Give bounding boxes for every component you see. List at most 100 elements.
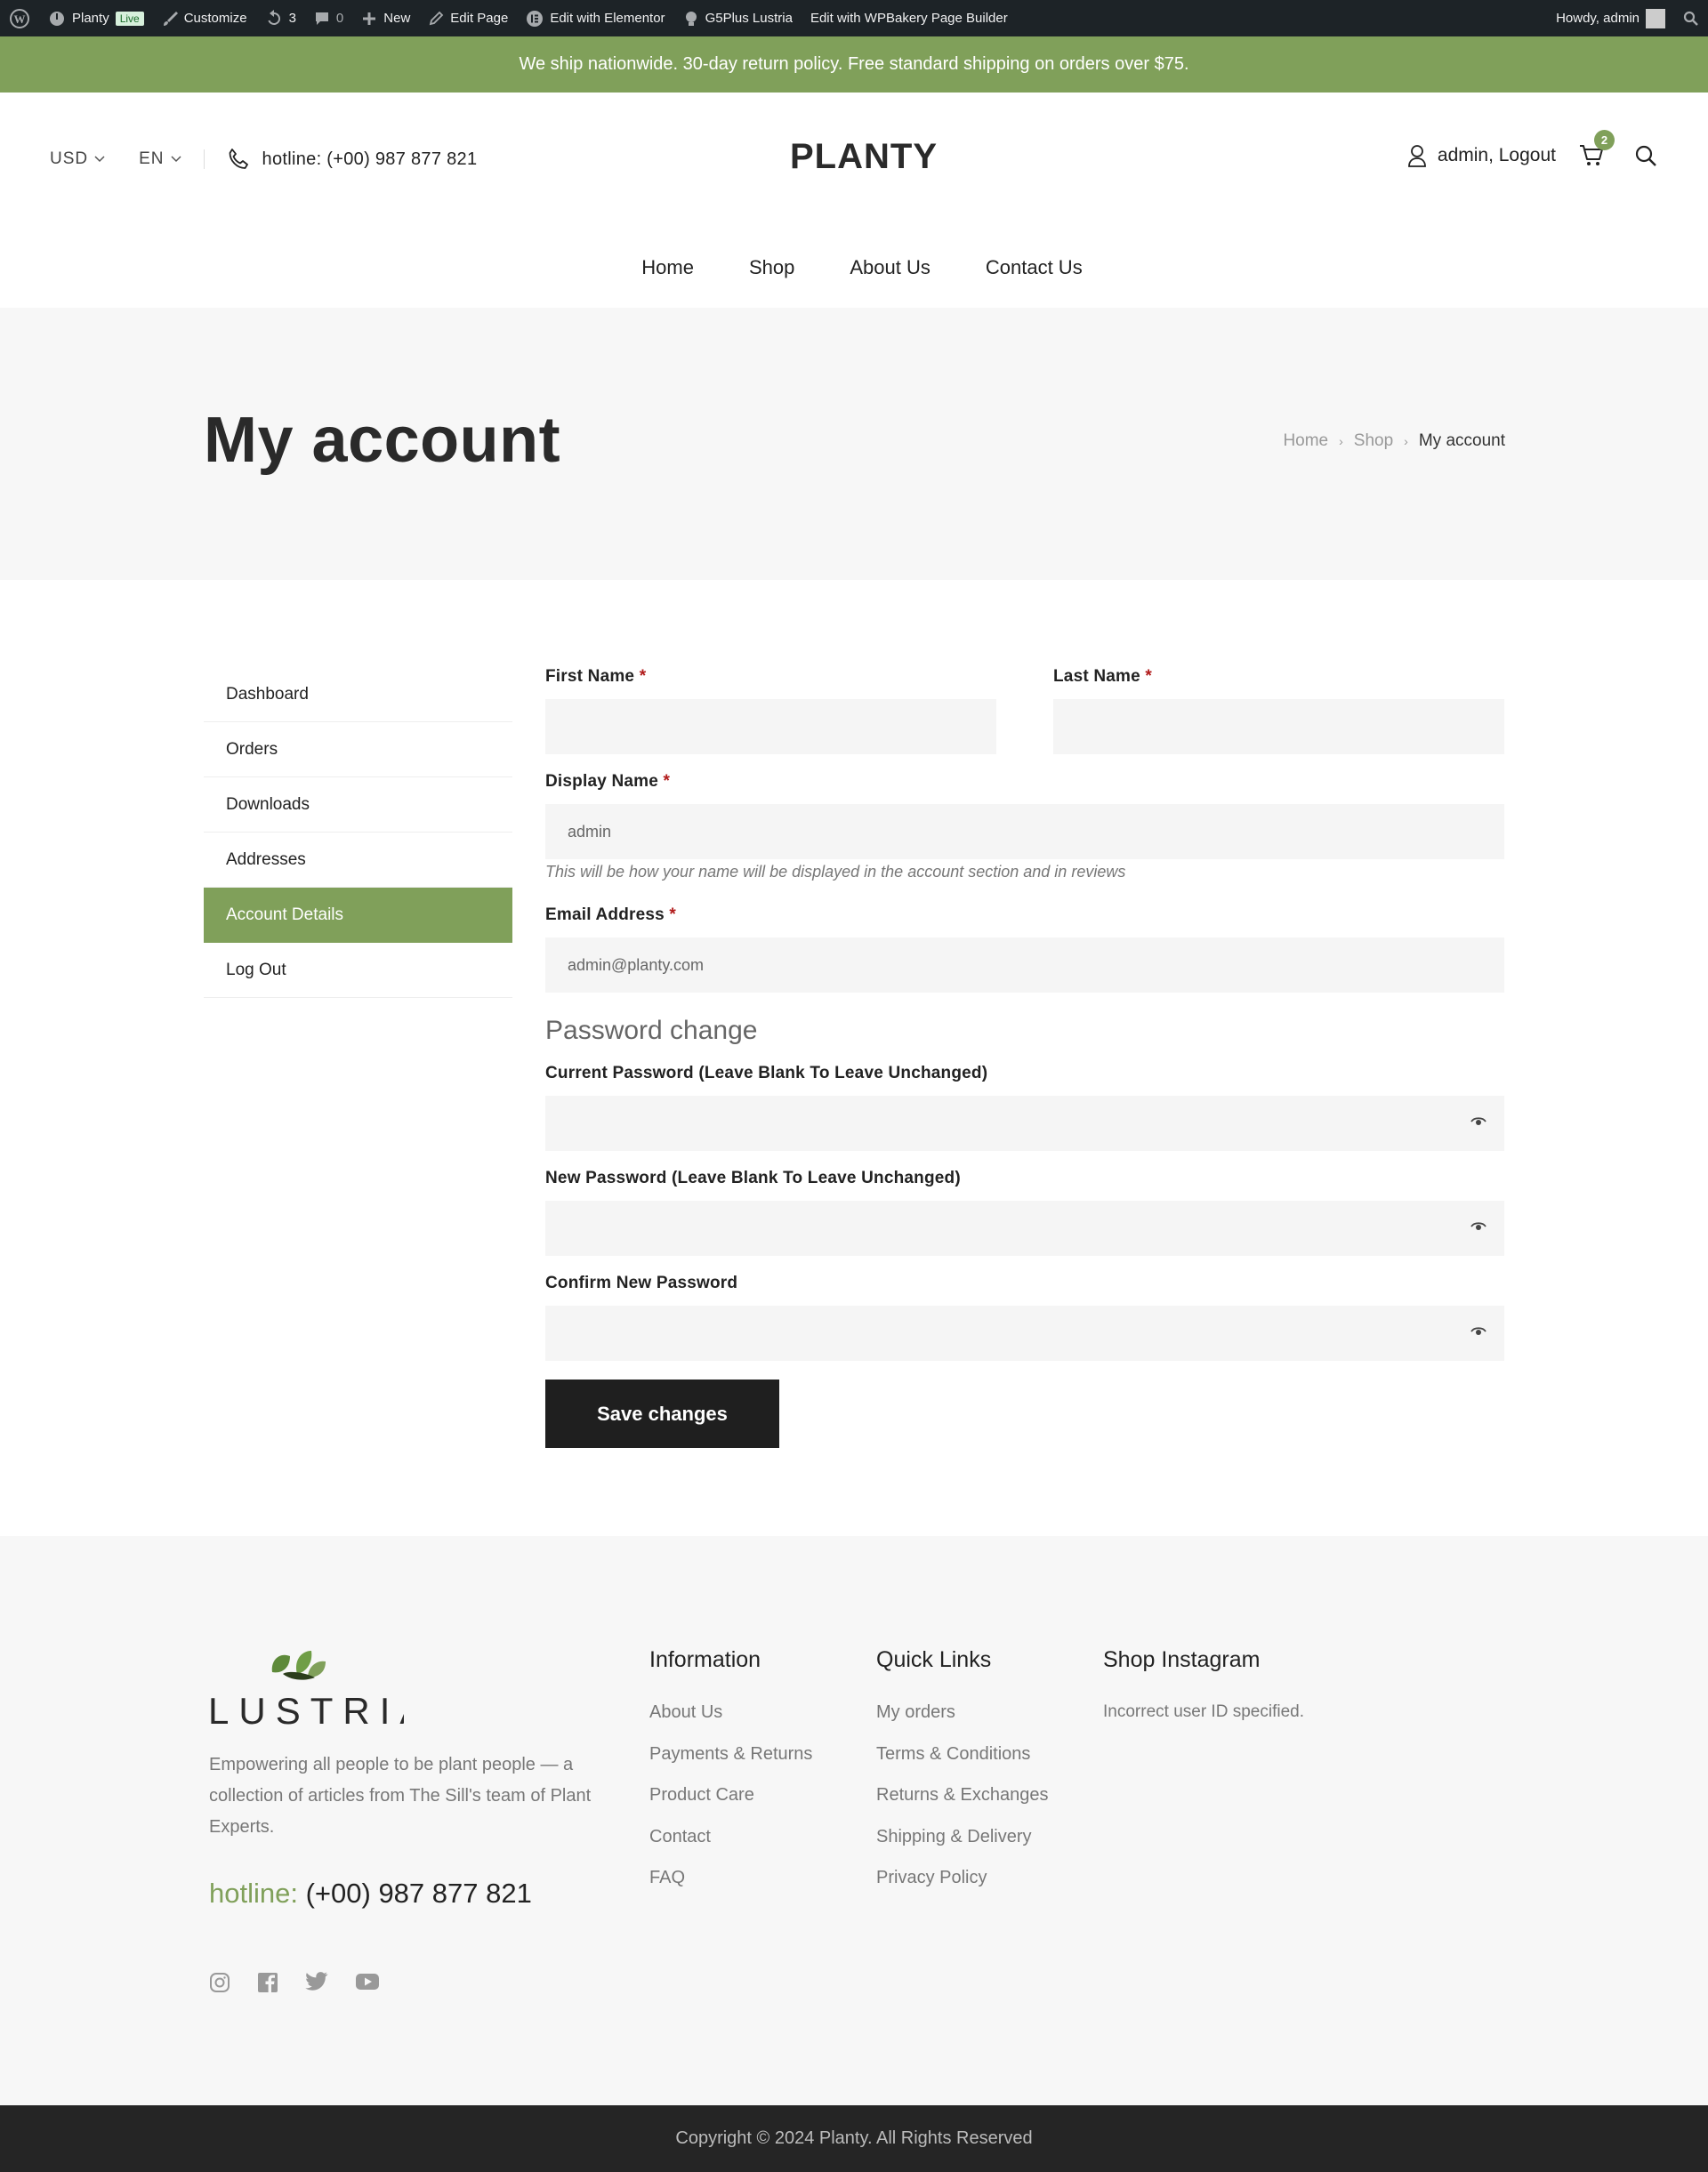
copyright-text: Copyright © 2024 Planty. All Rights Rese… — [675, 2128, 1033, 2148]
save-changes-button[interactable]: Save changes — [545, 1380, 779, 1448]
confirm-password-label: Confirm New Password — [545, 1274, 738, 1292]
updates-link[interactable]: 3 — [256, 0, 305, 36]
footer-link[interactable]: About Us — [649, 1702, 812, 1744]
header-search-button[interactable] — [1634, 144, 1657, 167]
theme-link[interactable]: G5Plus Lustria — [674, 0, 802, 36]
currency-dropdown[interactable]: USD — [50, 149, 105, 169]
footer-link[interactable]: Returns & Exchanges — [876, 1785, 1048, 1827]
search-icon — [1635, 145, 1656, 166]
wordpress-icon: W — [10, 8, 29, 28]
show-password-icon[interactable] — [1470, 1221, 1486, 1232]
footer-link[interactable]: FAQ — [649, 1868, 812, 1910]
footer-hotline[interactable]: hotline: (+00) 987 877 821 — [209, 1878, 532, 1910]
site-logo[interactable]: PLANTY — [790, 137, 938, 177]
first-name-label: First Name * — [545, 667, 646, 687]
account-nav-addresses[interactable]: Addresses — [204, 833, 512, 888]
footer-link[interactable]: My orders — [876, 1702, 1048, 1744]
chevron-down-icon — [171, 156, 181, 163]
customize-link[interactable]: Customize — [153, 0, 256, 36]
currency-value: USD — [50, 149, 89, 168]
main-nav: Home Shop About Us Contact Us — [0, 256, 1708, 279]
nav-about-us[interactable]: About Us — [850, 256, 931, 279]
footer-link[interactable]: Privacy Policy — [876, 1868, 1048, 1910]
edit-wpbakery-link[interactable]: Edit with WPBakery Page Builder — [802, 0, 1017, 36]
new-password-input[interactable] — [545, 1201, 1504, 1256]
footer-description: Empowering all people to be plant people… — [209, 1755, 592, 1837]
customize-label: Customize — [183, 11, 247, 26]
required-mark: * — [663, 772, 671, 791]
nav-shop[interactable]: Shop — [749, 256, 794, 279]
facebook-icon[interactable] — [257, 1972, 278, 1993]
phone-icon — [229, 149, 248, 169]
footer-information-title: Information — [649, 1647, 761, 1672]
plus-icon — [363, 12, 376, 25]
edit-page-link[interactable]: Edit Page — [419, 0, 517, 36]
footer-link[interactable]: Shipping & Delivery — [876, 1827, 1048, 1869]
current-password-label: Current Password (Leave Blank To Leave U… — [545, 1064, 988, 1082]
display-name-input[interactable]: admin — [545, 804, 1504, 859]
email-label: Email Address * — [545, 905, 676, 925]
last-name-label: Last Name * — [1053, 667, 1152, 687]
header-hotline[interactable]: hotline: (+00) 987 877 821 — [227, 148, 478, 171]
account-nav-orders[interactable]: Orders — [204, 722, 512, 777]
instagram-icon[interactable] — [209, 1972, 230, 1993]
nav-home[interactable]: Home — [641, 256, 694, 279]
howdy-account-link[interactable]: Howdy, admin — [1547, 0, 1674, 36]
footer-link[interactable]: Payments & Returns — [649, 1744, 812, 1786]
cart-count-badge: 2 — [1594, 130, 1615, 150]
account-navigation: Dashboard Orders Downloads Addresses Acc… — [204, 667, 512, 998]
nav-contact-us[interactable]: Contact Us — [986, 256, 1083, 279]
breadcrumb-shop[interactable]: Shop — [1354, 431, 1393, 451]
account-nav-log-out[interactable]: Log Out — [204, 943, 512, 998]
confirm-password-input[interactable] — [545, 1306, 1504, 1361]
search-icon — [1683, 11, 1698, 26]
show-password-icon[interactable] — [1470, 1326, 1486, 1337]
chevron-right-icon: › — [1404, 434, 1408, 448]
wordpress-logo-button[interactable]: W — [0, 0, 39, 36]
updates-icon — [267, 9, 280, 25]
youtube-icon[interactable] — [355, 1972, 380, 1991]
breadcrumb-home[interactable]: Home — [1283, 431, 1328, 451]
required-mark: * — [1145, 667, 1152, 686]
show-password-icon[interactable] — [1470, 1116, 1486, 1127]
required-mark: * — [669, 905, 676, 924]
footer-logo[interactable]: LUSTRIA — [208, 1647, 404, 1727]
chevron-right-icon: › — [1339, 434, 1343, 448]
comments-link[interactable]: 0 — [305, 0, 352, 36]
last-name-label-text: Last Name — [1053, 667, 1140, 686]
hotline-text: hotline: (+00) 987 877 821 — [262, 149, 478, 169]
twitter-icon[interactable] — [305, 1972, 328, 1991]
admin-search-button[interactable] — [1674, 0, 1708, 36]
footer-instagram-title: Shop Instagram — [1103, 1647, 1261, 1672]
edit-elementor-link[interactable]: Edit with Elementor — [517, 0, 673, 36]
avatar — [1646, 8, 1665, 28]
page-title: My account — [204, 405, 561, 476]
chevron-down-icon — [94, 156, 105, 163]
footer-link[interactable]: Product Care — [649, 1785, 812, 1827]
lustria-leaf-logo: LUSTRIA — [208, 1651, 404, 1727]
copyright-bar: Copyright © 2024 Planty. All Rights Rese… — [0, 2105, 1708, 2172]
cart-button[interactable]: 2 — [1579, 130, 1615, 167]
footer-link[interactable]: Contact — [649, 1827, 812, 1869]
divider — [203, 149, 205, 169]
account-nav-account-details[interactable]: Account Details — [204, 888, 512, 943]
user-icon — [1407, 145, 1426, 167]
first-name-input[interactable] — [545, 699, 996, 754]
footer-hotline-number: (+00) 987 877 821 — [305, 1878, 532, 1909]
email-input[interactable]: admin@planty.com — [545, 937, 1504, 993]
site-header: USD EN hotline: (+00) 987 877 821 PLANTY… — [0, 93, 1708, 230]
account-link[interactable]: admin, Logout — [1407, 144, 1556, 167]
language-dropdown[interactable]: EN — [139, 149, 181, 169]
site-name-link[interactable]: Planty Live — [39, 0, 153, 36]
current-password-input[interactable] — [545, 1096, 1504, 1151]
social-links — [209, 1972, 380, 1993]
footer-link[interactable]: Terms & Conditions — [876, 1744, 1048, 1786]
last-name-input[interactable] — [1053, 699, 1504, 754]
account-nav-downloads[interactable]: Downloads — [204, 777, 512, 833]
new-content-link[interactable]: New — [352, 0, 419, 36]
breadcrumb: Home › Shop › My account — [1283, 431, 1505, 451]
display-name-label-text: Display Name — [545, 772, 659, 791]
account-nav-dashboard[interactable]: Dashboard — [204, 667, 512, 722]
comment-icon — [315, 12, 328, 25]
footer-information-column: Information About Us Payments & Returns … — [649, 1647, 812, 1910]
